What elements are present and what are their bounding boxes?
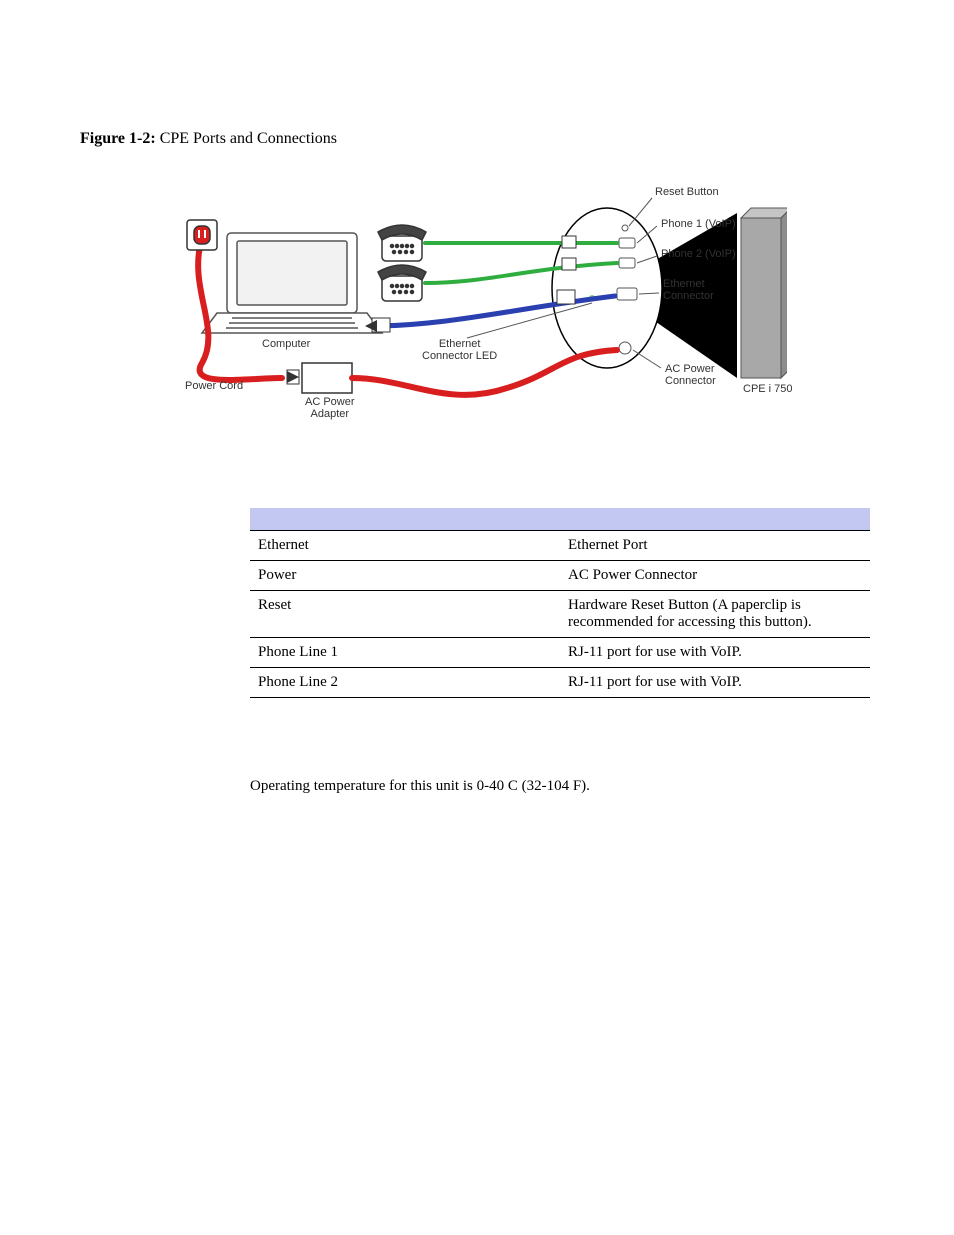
figure-caption: CPE Ports and Connections	[160, 130, 337, 147]
label-cpe-unit: CPE i 750	[743, 383, 793, 395]
figure-title: Figure 1-2: CPE Ports and Connections	[80, 130, 874, 148]
table-row: Ethernet Ethernet Port	[250, 530, 870, 560]
port-name: Ethernet	[250, 530, 560, 560]
label-power-cord: Power Cord	[185, 380, 243, 392]
port-desc: RJ-11 port for use with VoIP.	[560, 667, 870, 697]
table-header-row	[250, 508, 870, 530]
label-phone2: Phone 2 (VoIP)	[661, 248, 736, 260]
port-name: Power	[250, 560, 560, 590]
port-name: Reset	[250, 590, 560, 637]
ports-table-wrap: Ethernet Ethernet Port Power AC Power Co…	[250, 508, 870, 698]
label-phone1: Phone 1 (VoIP)	[661, 218, 736, 230]
table-row: Phone Line 2 RJ-11 port for use with VoI…	[250, 667, 870, 697]
port-desc: RJ-11 port for use with VoIP.	[560, 637, 870, 667]
label-ac-power-connector: AC Power Connector	[665, 363, 716, 387]
port-desc: Ethernet Port	[560, 530, 870, 560]
document-page: Figure 1-2: CPE Ports and Connections	[0, 0, 954, 1235]
label-computer: Computer	[262, 338, 310, 350]
table-row: Phone Line 1 RJ-11 port for use with VoI…	[250, 637, 870, 667]
label-ethernet-led: Ethernet Connector LED	[422, 338, 497, 362]
table-row: Power AC Power Connector	[250, 560, 870, 590]
port-name: Phone Line 1	[250, 637, 560, 667]
port-desc: AC Power Connector	[560, 560, 870, 590]
label-reset-button: Reset Button	[655, 186, 719, 198]
connection-diagram: Reset Button Phone 1 (VoIP) Phone 2 (VoI…	[167, 178, 787, 418]
port-desc: Hardware Reset Button (A paperclip is re…	[560, 590, 870, 637]
figure-label: Figure 1-2:	[80, 130, 156, 147]
ports-table: Ethernet Ethernet Port Power AC Power Co…	[250, 508, 870, 698]
label-ethernet-connector: Ethernet Connector	[663, 278, 714, 302]
operating-temp-text: Operating temperature for this unit is 0…	[250, 778, 874, 795]
port-name: Phone Line 2	[250, 667, 560, 697]
table-row: Reset Hardware Reset Button (A paperclip…	[250, 590, 870, 637]
label-ac-adapter: AC Power Adapter	[305, 396, 355, 420]
